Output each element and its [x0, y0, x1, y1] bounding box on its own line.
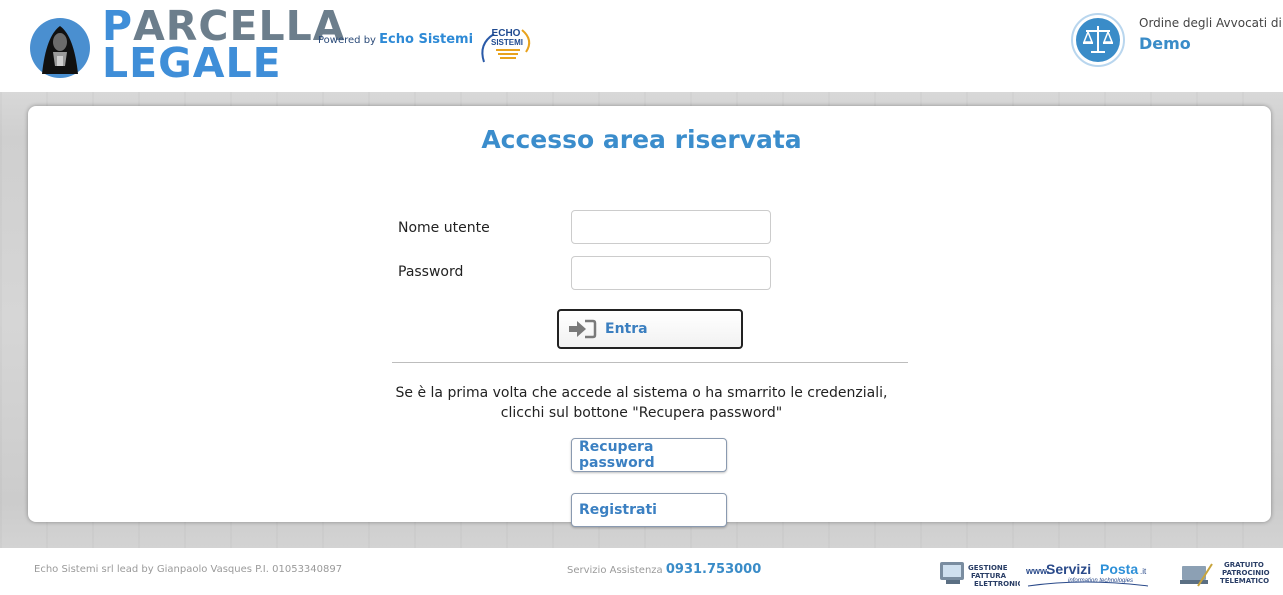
password-input[interactable] [571, 256, 771, 290]
support-phone: 0931.753000 [665, 562, 762, 577]
bar-association-name: Demo [1139, 34, 1191, 53]
bar-association-label: Ordine degli Avvocati di [1139, 16, 1282, 30]
divider [392, 362, 908, 363]
scales-of-justice-icon [1071, 13, 1125, 67]
servizi-posta-logo[interactable]: www. Servizi Posta .it information techn… [1024, 556, 1154, 590]
powered-by: Powered by Echo Sistemi [318, 32, 474, 47]
password-label: Password [398, 264, 464, 280]
svg-text:ELETTRONICA: ELETTRONICA [974, 580, 1020, 588]
support-info: Servizio Assistenza 0931.753000 [567, 562, 762, 577]
svg-text:SISTEMI: SISTEMI [491, 38, 523, 47]
register-button[interactable]: Registrati [571, 493, 727, 527]
svg-text:Posta: Posta [1100, 561, 1138, 577]
username-input[interactable] [571, 210, 771, 244]
login-button[interactable]: Entra [557, 309, 743, 349]
svg-text:FATTURA: FATTURA [971, 572, 1007, 580]
svg-text:Servizi: Servizi [1046, 561, 1091, 577]
lawyer-emblem-icon [30, 18, 90, 78]
svg-text:TELEMATICO: TELEMATICO [1220, 577, 1269, 585]
recover-instructions: Se è la prima volta che accede al sistem… [395, 385, 888, 421]
company-info: Echo Sistemi srl lead by Gianpaolo Vasqu… [34, 564, 343, 575]
header: P ARCELLA LEGALE Powered by Echo Sistemi … [0, 0, 1283, 92]
svg-text:GRATUITO: GRATUITO [1224, 561, 1264, 569]
svg-text:PATROCINIO: PATROCINIO [1222, 569, 1270, 577]
recover-password-button[interactable]: Recupera password [571, 438, 727, 472]
fattura-elettronica-logo[interactable]: GESTIONE FATTURA ELETTRONICA [938, 556, 1020, 590]
footer: Echo Sistemi srl lead by Gianpaolo Vasqu… [0, 548, 1283, 595]
echo-sistemi-logo: ECHO SISTEMI [481, 28, 531, 63]
svg-text:GESTIONE: GESTIONE [968, 564, 1008, 572]
username-label: Nome utente [398, 220, 490, 236]
patrocinio-telematico-logo[interactable]: GRATUITO PATROCINIO TELEMATICO [1178, 556, 1270, 590]
bar-association: Ordine degli Avvocati di Demo [1139, 16, 1282, 53]
sign-in-icon [569, 319, 597, 339]
app-logo: P ARCELLA LEGALE [102, 2, 346, 87]
login-button-label: Entra [605, 321, 648, 337]
page-title: Accesso area riservata [481, 125, 802, 154]
svg-text:.it: .it [1140, 567, 1147, 576]
